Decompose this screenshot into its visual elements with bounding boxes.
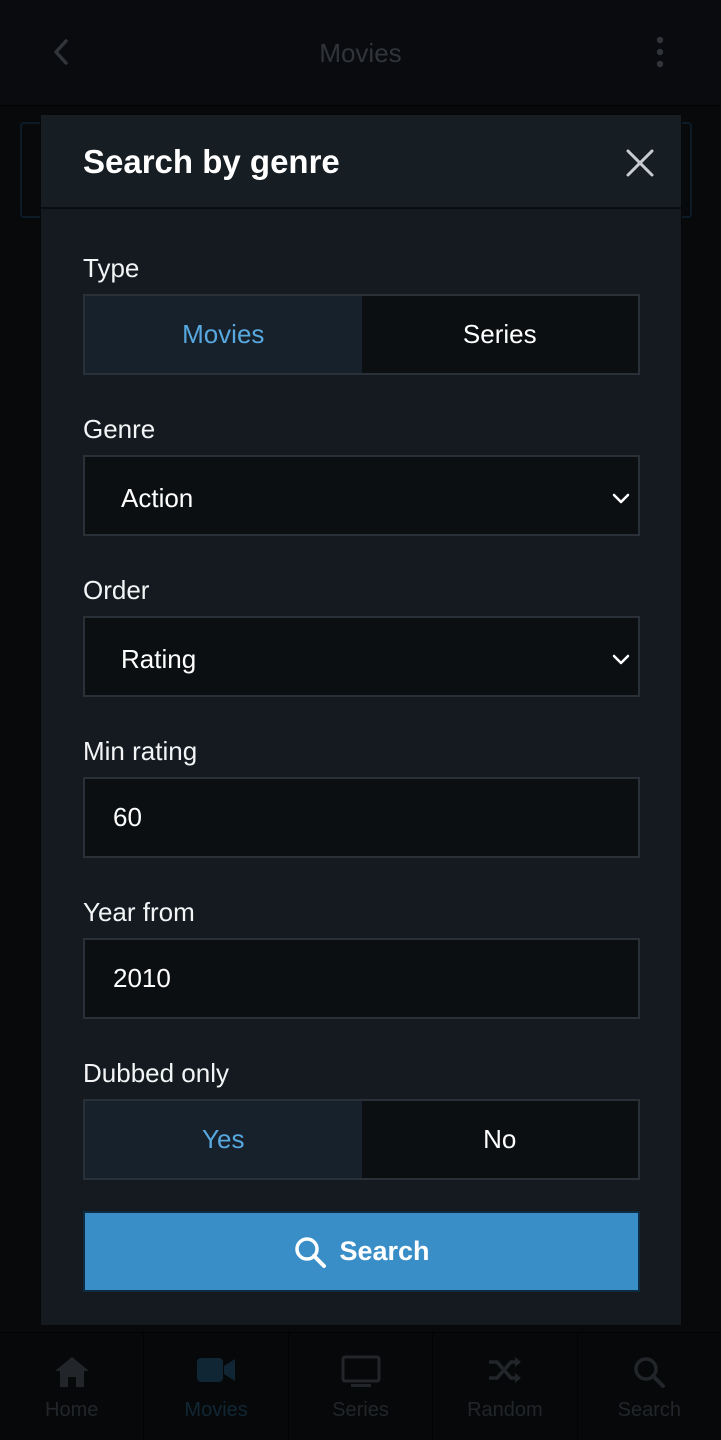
dialog-header: Search by genre <box>41 115 681 209</box>
close-icon[interactable] <box>623 146 657 180</box>
genre-select[interactable]: Action <box>83 455 640 536</box>
dubbed-option-no[interactable]: No <box>362 1101 639 1178</box>
dubbed-option-yes[interactable]: Yes <box>85 1101 362 1178</box>
type-selector: Movies Series <box>83 294 640 375</box>
order-select[interactable]: Rating <box>83 616 640 697</box>
year-from-field[interactable] <box>83 938 640 1019</box>
year-from-label: Year from <box>83 897 195 927</box>
type-label: Type <box>83 253 140 283</box>
year-from-input[interactable] <box>85 940 638 1017</box>
dubbed-only-label: Dubbed only <box>83 1058 229 1088</box>
order-label: Order <box>83 575 150 605</box>
min-rating-field[interactable] <box>83 777 640 858</box>
search-icon <box>295 1236 327 1268</box>
min-rating-label: Min rating <box>83 736 198 766</box>
dubbed-only-selector: Yes No <box>83 1099 640 1180</box>
search-by-genre-dialog: Search by genre Type Movies Series Genre… <box>40 114 682 1326</box>
min-rating-input[interactable] <box>85 779 638 856</box>
dialog-title: Search by genre <box>83 143 340 180</box>
app-root: Movies Home Movies Series Random Search … <box>0 0 721 1440</box>
type-option-movies[interactable]: Movies <box>85 296 362 373</box>
genre-value: Action <box>121 483 194 513</box>
type-option-series[interactable]: Series <box>362 296 639 373</box>
search-button[interactable]: Search <box>83 1211 640 1292</box>
genre-label: Genre <box>83 414 156 444</box>
chevron-down-icon <box>612 493 630 504</box>
search-button-label: Search <box>339 1236 430 1266</box>
chevron-down-icon <box>612 654 630 665</box>
order-value: Rating <box>121 644 197 674</box>
